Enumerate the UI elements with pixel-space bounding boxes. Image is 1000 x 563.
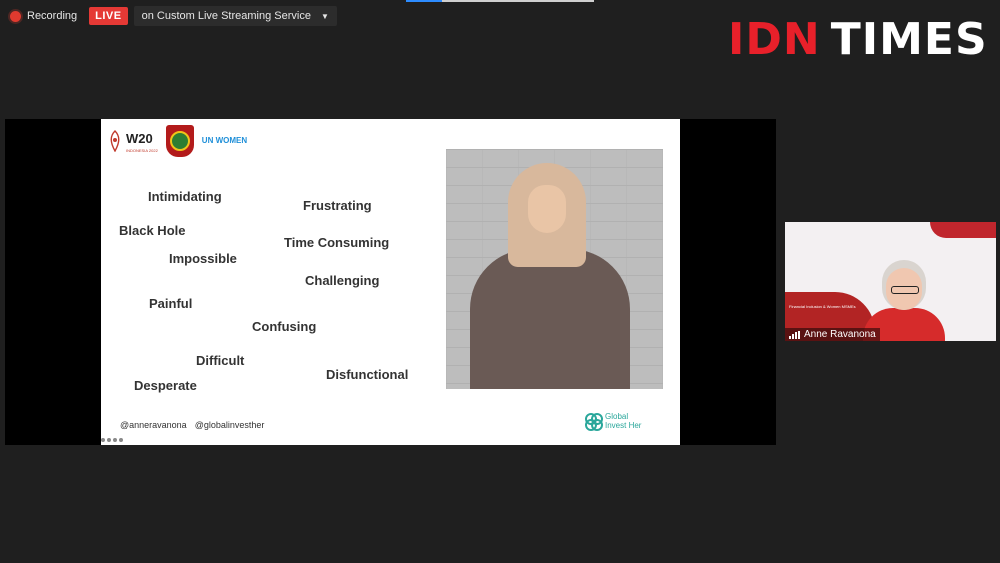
participant-name-label: Anne Ravanona [785, 328, 880, 341]
live-badge[interactable]: LIVE [89, 7, 128, 25]
word-disfunctional: Disfunctional [326, 367, 409, 382]
idn-times-logo: IDN TIMES [728, 14, 988, 66]
w20-logo: W20 INDONESIA 2022 [107, 130, 158, 153]
slide-footer-handles: @anneravanona @globalinvesther [120, 420, 264, 430]
participant-video-tile[interactable]: Financial Inclusion & Women MSMEs Anne R… [785, 222, 996, 341]
brand-line2: Invest Her [605, 421, 642, 430]
brand-line1: Global [605, 412, 629, 421]
word-frustrating: Frustrating [303, 198, 372, 213]
word-painful: Painful [149, 296, 193, 311]
signal-strength-icon [789, 330, 800, 339]
tile-slide-title: Financial Inclusion & Women MSMEs [789, 304, 856, 309]
logo-idn: IDN [728, 14, 821, 65]
slide-logo-row: W20 INDONESIA 2022 UN WOMEN [107, 125, 247, 157]
record-icon[interactable] [10, 10, 21, 22]
w20-subtext: INDONESIA 2022 [126, 147, 158, 153]
w20-text: W20 [126, 130, 153, 146]
global-invest-her-icon [585, 413, 603, 431]
slide-control-dots[interactable] [101, 438, 123, 442]
word-confusing: Confusing [252, 319, 317, 334]
handle-globalinvesther: @globalinvesther [194, 420, 265, 430]
participant-name: Anne Ravanona [804, 329, 876, 340]
word-difficult: Difficult [196, 353, 245, 368]
tile-header-band [930, 222, 996, 238]
recording-label: Recording [27, 10, 78, 22]
handle-anneravanona: @anneravanona [120, 420, 187, 430]
word-desperate: Desperate [134, 378, 197, 393]
share-indicator [406, 0, 594, 2]
un-women-logo: UN WOMEN [201, 136, 248, 145]
word-impossible: Impossible [169, 251, 237, 266]
w20-flower-icon [110, 130, 120, 152]
woman-portrait-image [446, 149, 663, 389]
word-time-consuming: Time Consuming [284, 235, 390, 250]
logo-times: TIMES [830, 14, 988, 65]
word-challenging: Challenging [305, 273, 380, 288]
global-invest-her-logo: Global Invest Her [585, 412, 642, 431]
stream-service-dropdown[interactable]: on Custom Live Streaming Service ▼ [133, 6, 337, 26]
word-black-hole: Black Hole [119, 223, 186, 238]
presentation-slide: W20 INDONESIA 2022 UN WOMEN Intimidating… [101, 119, 680, 445]
caret-down-icon: ▼ [320, 11, 329, 21]
word-intimidating: Intimidating [148, 189, 222, 204]
government-emblem-icon [165, 125, 194, 157]
stream-service-label: on Custom Live Streaming Service [141, 10, 311, 22]
glasses-icon [891, 286, 919, 294]
recording-bar: Recording LIVE on Custom Live Streaming … [4, 6, 337, 26]
